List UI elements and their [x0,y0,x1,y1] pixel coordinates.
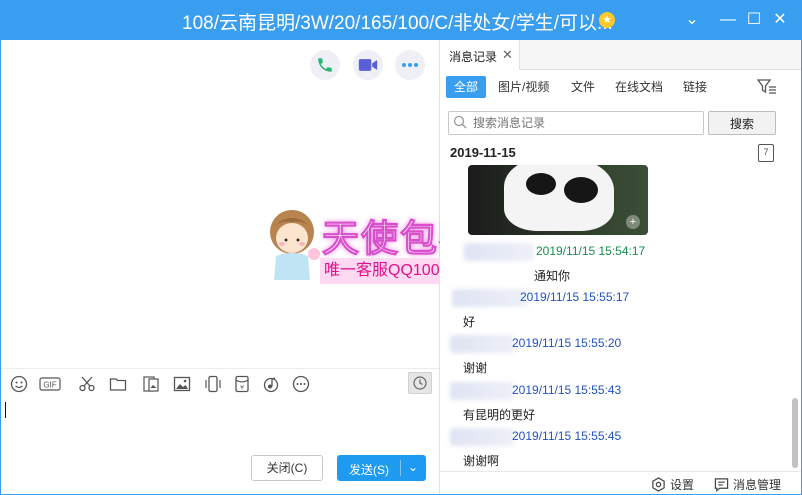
sender-name-redacted [464,243,534,261]
emoji-icon[interactable] [10,375,28,393]
phone-icon [318,58,332,72]
image-doc-icon[interactable] [142,375,160,393]
settings-button[interactable]: 设置 [651,476,694,493]
phone-screen-icon[interactable] [204,375,222,393]
message-timestamp: 2019/11/15 15:55:45 [512,429,622,443]
photo-panda-shape [504,165,614,231]
sender-name-redacted [452,289,528,307]
star-icon: ★ [599,12,615,28]
message-text: 有昆明的更好 [463,408,536,422]
title-bar: 108/云南昆明/3W/20/165/100/C/非处女/学生/可以... ★ … [0,0,802,40]
sender-name-redacted [450,335,514,353]
bottom-divider [440,471,801,472]
search-button[interactable]: 搜索 [708,111,776,135]
search-input[interactable] [448,111,704,135]
message-timestamp: 2019/11/15 15:55:20 [512,336,622,350]
photo-eye-shape [526,173,556,195]
date-heading: 2019-11-15 [450,145,516,160]
toolbar-divider [1,368,439,369]
red-packet-icon[interactable]: ¥ [233,375,251,393]
sender-name-redacted [450,428,514,446]
tab-message-history[interactable]: 消息记录 ✕ [440,40,520,70]
message-text: 谢谢啊 [463,454,500,468]
settings-icon [652,477,665,492]
dropdown-icon[interactable]: ⌄ [680,8,704,32]
voice-call-button[interactable] [310,50,340,80]
video-call-button[interactable] [353,50,383,80]
message-text: 谢谢 [463,361,488,375]
tab-close-icon[interactable]: ✕ [502,47,513,63]
minimize-button[interactable]: — [716,8,740,32]
photo-message[interactable]: + [468,165,648,235]
filter-icon[interactable] [757,78,777,96]
svg-text:GIF: GIF [43,381,56,390]
girl-logo-icon [270,210,320,280]
message-manager-button[interactable]: 消息管理 [714,476,781,493]
filter-online-docs[interactable]: 在线文档 [607,76,671,98]
message-text: 通知你 [534,269,571,283]
history-tab-row: 消息记录 ✕ [440,40,801,70]
message-history-panel: 消息记录 ✕ 全部 图片/视频 文件 在线文档 链接 搜索 2019-11-15… [440,40,801,494]
filter-all[interactable]: 全部 [446,76,487,98]
message-timestamp: 2019/11/15 15:55:17 [520,290,630,304]
sender-name-redacted [450,382,514,400]
message-manager-icon [714,478,729,492]
send-options-chevron-icon[interactable]: ⌄ [405,460,421,474]
gif-icon[interactable]: GIF [39,375,61,393]
more-options-button[interactable] [395,50,425,80]
send-label: 发送(S) [349,463,389,477]
scrollbar-thumb[interactable] [792,398,798,468]
music-icon[interactable] [262,375,280,393]
svg-text:¥: ¥ [240,385,244,392]
send-separator [400,460,401,476]
clock-icon [413,376,427,390]
message-timestamp: 2019/11/15 15:55:43 [512,383,622,397]
filter-files[interactable]: 文件 [563,76,603,98]
message-manager-label: 消息管理 [733,478,782,492]
more-circle-icon[interactable] [292,375,310,393]
tab-label: 消息记录 [449,50,498,64]
search-icon [453,115,467,129]
scissors-icon[interactable] [78,375,96,393]
maximize-button[interactable]: ☐ [742,8,766,32]
photo-eye-shape [564,177,598,203]
settings-label: 设置 [670,478,695,492]
filter-images-videos[interactable]: 图片/视频 [490,76,557,98]
send-button[interactable]: 发送(S) ⌄ [337,455,426,481]
add-icon[interactable]: + [626,215,640,229]
message-timestamp: 2019/11/15 15:54:17 [536,244,646,258]
text-input-caret[interactable] [5,402,6,418]
close-chat-button[interactable]: 关闭(C) [251,455,323,481]
calendar-icon[interactable]: 7 [758,144,774,162]
history-toggle-button[interactable] [408,372,432,394]
window-title: 108/云南昆明/3W/20/165/100/C/非处女/学生/可以... [182,13,613,34]
close-window-button[interactable]: ✕ [768,8,792,32]
folder-icon[interactable] [109,375,127,393]
video-icon [358,59,378,71]
picture-icon[interactable] [173,375,191,393]
more-icon [402,63,418,67]
filter-links[interactable]: 链接 [675,76,715,98]
message-text: 好 [463,315,476,329]
message-list[interactable]: + 2019/11/15 15:54:17 通知你 2019/11/15 15:… [440,165,790,471]
